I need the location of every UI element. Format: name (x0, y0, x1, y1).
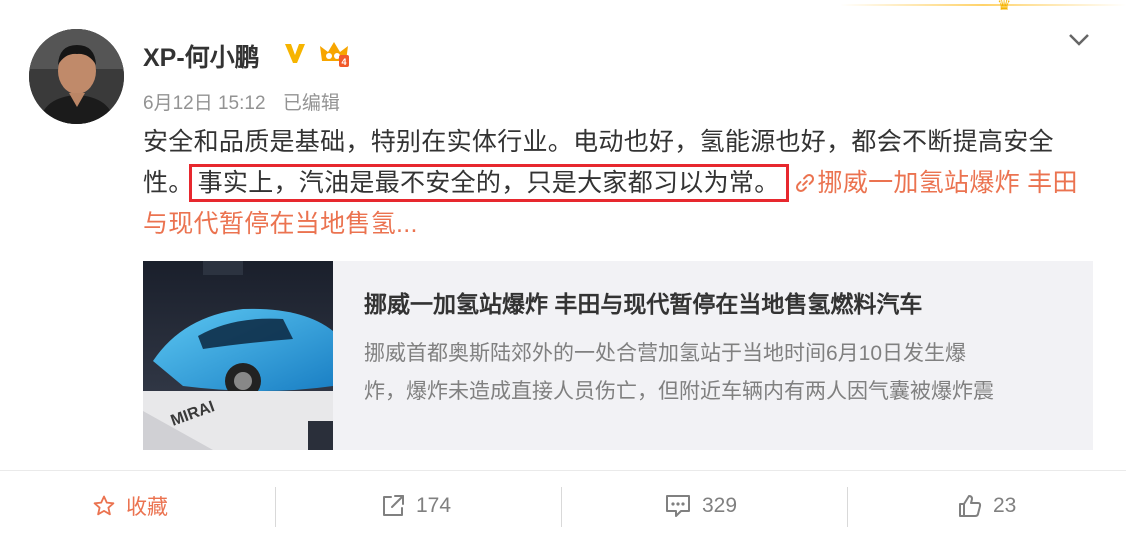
post-meta: 6月12日 15:12 已编辑 (143, 88, 352, 115)
edited-label[interactable]: 已编辑 (283, 93, 340, 114)
link-icon[interactable] (794, 172, 816, 194)
share-icon (383, 495, 404, 516)
like-button[interactable]: 23 (957, 486, 1016, 526)
username[interactable]: XP-何小鹏 (143, 38, 260, 74)
comment-count: 329 (702, 494, 738, 517)
star-icon (93, 495, 115, 516)
article-description-line: 炸，爆炸未造成直接人员伤亡，但附近车辆内有两人因气囊被爆炸震 (364, 380, 994, 403)
avatar-image (29, 29, 124, 124)
avatar[interactable] (29, 29, 124, 124)
crown-icon: ♛ (997, 0, 1012, 14)
article-description: 挪威首都奥斯陆郊外的一处合营加氢站于当地时间6月10日发生爆 炸，爆炸未造成直接… (364, 335, 1064, 411)
action-separator (561, 487, 562, 527)
action-bar-divider (0, 470, 1126, 471)
comment-icon (666, 495, 690, 517)
article-thumbnail: MIRAI (143, 261, 333, 450)
favorite-button[interactable]: 收藏 (92, 486, 168, 526)
verified-icon (285, 44, 305, 63)
share-button[interactable]: 174 (380, 486, 451, 526)
share-count: 174 (416, 494, 452, 517)
article-title[interactable]: 挪威一加氢站爆炸 丰田与现代暂停在当地售氢燃料汽车 (364, 285, 922, 319)
vip-crown-icon[interactable]: 4 (318, 37, 350, 69)
article-card[interactable]: MIRAI 挪威一加氢站爆炸 丰田与现代暂停在当地售氢燃料汽车 挪威首都奥斯陆郊… (143, 261, 1093, 450)
post-timestamp[interactable]: 6月12日 15:12 (143, 93, 266, 114)
like-count: 23 (993, 494, 1017, 517)
favorite-label: 收藏 (126, 496, 168, 519)
header-decoration: ♛ (840, 0, 1126, 14)
action-separator (275, 487, 276, 527)
chevron-down-icon[interactable] (1064, 26, 1094, 52)
svg-text:4: 4 (341, 57, 346, 67)
comment-button[interactable]: 329 (664, 486, 737, 526)
post-text-highlight: 事实上，汽油是最不安全的，只是大家都习以为常。 (188, 164, 789, 202)
article-description-line: 挪威首都奥斯陆郊外的一处合营加氢站于当地时间6月10日发生爆 (364, 342, 967, 365)
thumbs-up-icon (959, 495, 982, 517)
action-separator (847, 487, 848, 527)
post-text: 安全和品质是基础，特别在实体行业。电动也好，氢能源也好，都会不断提高安全性。 事实… (143, 122, 1093, 245)
